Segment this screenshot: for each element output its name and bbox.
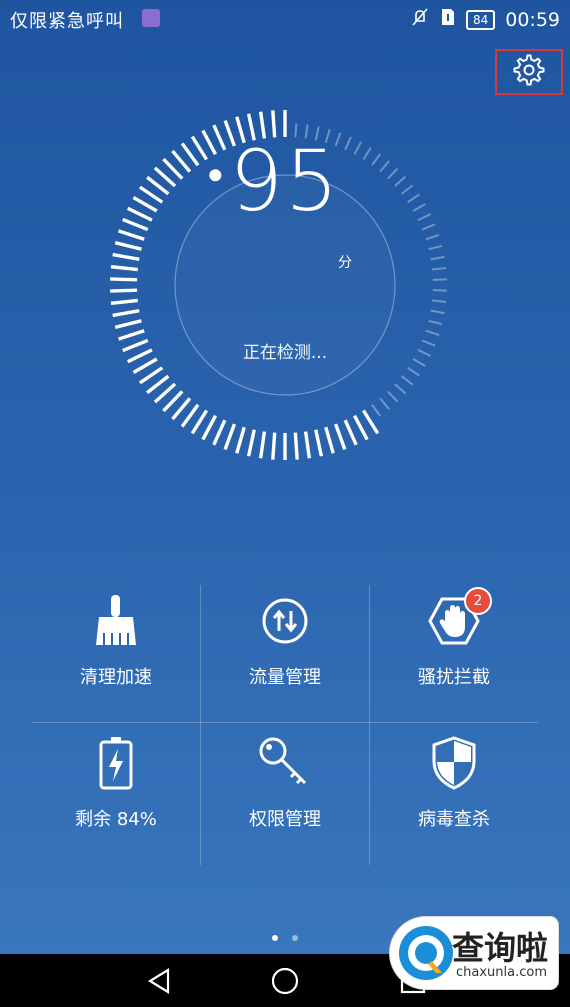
gauge-tick — [432, 267, 447, 271]
gauge-tick — [110, 277, 138, 282]
status-icons: 84 00:59 — [410, 7, 560, 32]
gauge-tick — [371, 404, 382, 417]
tool-label: 病毒查杀 — [418, 809, 490, 830]
shield-icon — [430, 735, 478, 795]
watermark-logo: 查询啦 chaxunla.com — [390, 917, 558, 989]
gauge-tick — [118, 229, 145, 241]
back-icon[interactable] — [144, 966, 174, 1000]
gauge-tick — [425, 329, 440, 337]
mute-icon — [410, 7, 430, 32]
tool-virus-scan[interactable]: 病毒查杀 — [370, 727, 538, 867]
gauge-tick — [223, 423, 236, 451]
page-dot[interactable] — [291, 935, 298, 941]
tool-cleanup[interactable]: 清理加速 — [32, 585, 200, 725]
gauge-tick — [387, 390, 399, 403]
notification-badge: 2 — [464, 587, 492, 615]
gauge-tick — [110, 265, 138, 272]
gauge-tick — [162, 390, 184, 413]
gauge-tick — [146, 374, 170, 395]
gauge-tick — [352, 414, 369, 441]
tool-label: 清理加速 — [80, 667, 152, 688]
tool-label: 剩余 84% — [75, 809, 157, 830]
status-bar: 仅限紧急呼叫 84 00:59 — [0, 0, 570, 38]
gauge-tick — [394, 383, 407, 395]
sim-icon — [440, 7, 456, 32]
gauge-tick — [361, 409, 380, 435]
gauge-tick — [246, 429, 256, 457]
score-unit: 分 — [338, 255, 352, 271]
gauge-tick — [428, 244, 443, 251]
home-icon[interactable] — [270, 966, 300, 1000]
tool-battery[interactable]: 剩余 84% — [32, 727, 200, 867]
gauge-tick — [112, 309, 140, 318]
tool-label: 流量管理 — [249, 667, 321, 688]
search-logo-icon — [399, 926, 453, 980]
carrier-text: 仅限紧急呼叫 — [10, 11, 124, 32]
gauge-tick — [110, 288, 138, 293]
tool-label: 权限管理 — [249, 809, 321, 830]
data-arrows-icon — [260, 593, 310, 653]
tool-permissions[interactable]: 权限管理 — [201, 727, 369, 867]
gauge-tick — [271, 432, 277, 460]
gauge-tick — [430, 309, 445, 315]
gauge-tick — [428, 319, 443, 326]
watermark-subtitle: chaxunla.com — [456, 965, 547, 980]
score-value: 95 — [229, 132, 341, 230]
battery-indicator: 84 — [465, 9, 496, 30]
page-dot[interactable] — [272, 935, 279, 941]
gauge-tick — [334, 423, 347, 451]
gauge-tick — [138, 366, 164, 385]
watermark-title: 查询啦 — [452, 929, 549, 967]
gauge-tick — [110, 298, 138, 305]
gauge-tick — [343, 419, 358, 446]
gauge-tick — [258, 431, 267, 459]
gauge-tick — [114, 319, 142, 329]
key-icon — [257, 735, 313, 795]
gauge-tick — [379, 397, 390, 410]
gauge-tick — [212, 419, 227, 446]
gauge-tick — [303, 431, 312, 459]
gauge-tick — [153, 382, 177, 404]
gauge-tick — [180, 403, 200, 428]
notification-app-icon — [142, 9, 160, 27]
tool-data-usage[interactable]: 流量管理 — [201, 585, 369, 725]
battery-charge-icon — [96, 735, 136, 795]
gauge-tick — [430, 255, 445, 261]
gauge-tick — [401, 375, 414, 386]
tool-harassment-block[interactable]: 2 骚扰拦截 — [370, 585, 538, 725]
gauge-tick — [425, 233, 440, 241]
gauge-tick — [432, 299, 447, 303]
gauge-tick — [201, 414, 218, 441]
broom-icon — [91, 593, 141, 653]
tool-label: 骚扰拦截 — [418, 667, 490, 688]
scan-status: 正在检测... — [242, 343, 328, 363]
gauge-tick — [293, 432, 299, 460]
tools-grid: 清理加速 流量管理 2 骚扰拦截 剩余 84% 权限管理 病毒查杀 — [32, 585, 538, 865]
gauge-tick — [112, 252, 140, 261]
clock: 00:59 — [505, 8, 560, 31]
gauge-tick — [235, 426, 246, 454]
gauge-tick — [314, 429, 324, 457]
gauge-tick — [324, 426, 335, 454]
gauge-tick — [171, 397, 192, 421]
gauge-tick — [114, 241, 142, 251]
gauge-tick — [407, 366, 420, 377]
settings-button[interactable] — [495, 49, 563, 95]
gauge-tick — [190, 409, 209, 435]
gear-icon — [513, 54, 545, 90]
